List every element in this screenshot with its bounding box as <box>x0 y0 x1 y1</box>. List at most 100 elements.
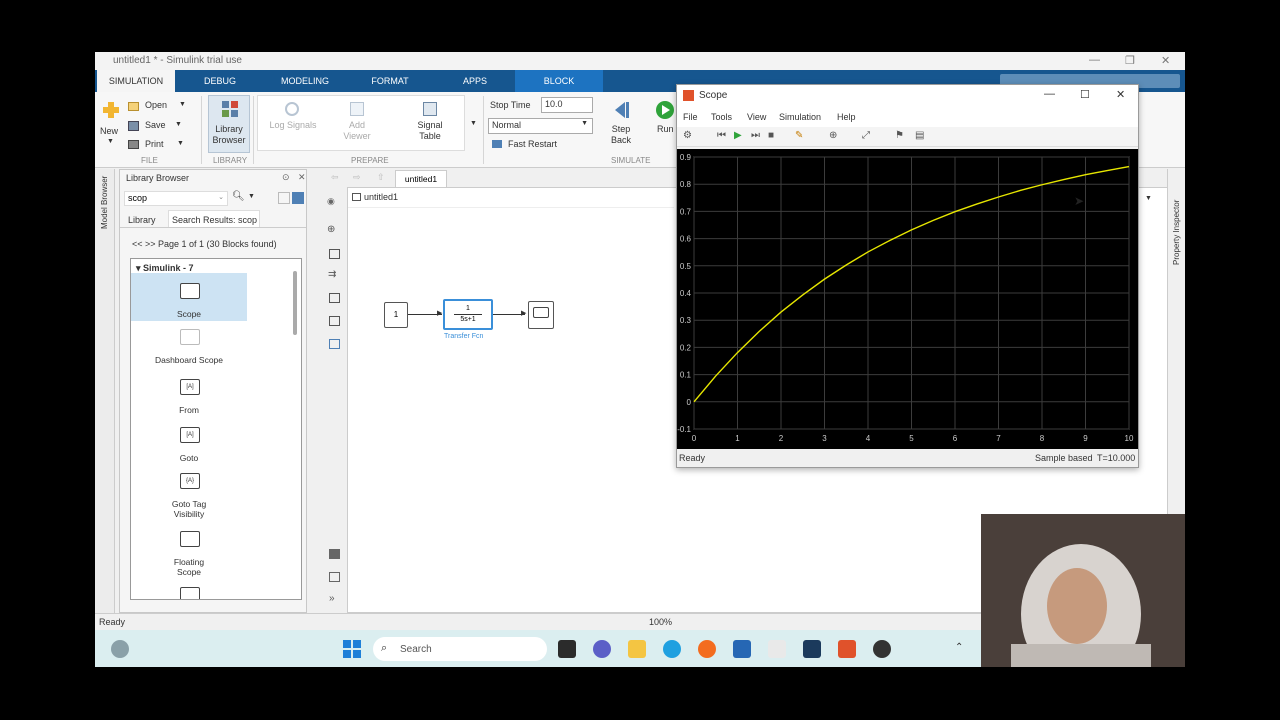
run-icon[interactable]: ▶ <box>734 130 742 141</box>
search-results-tab[interactable]: Search Results: scop <box>168 210 260 227</box>
property-inspector-tab[interactable]: Property Inspector <box>1172 200 1181 265</box>
scrollbar[interactable] <box>293 271 297 335</box>
task-view-icon[interactable] <box>558 640 576 658</box>
highlight-icon[interactable]: ✎ <box>795 130 803 141</box>
weather-icon[interactable] <box>111 640 129 658</box>
grid-view-icon[interactable] <box>292 192 304 204</box>
tab-format[interactable]: FORMAT <box>355 70 425 92</box>
triggers-icon[interactable]: ⚑ <box>895 130 904 141</box>
tab-debug[interactable]: DEBUG <box>185 70 255 92</box>
step-back-icon[interactable]: ⏮ <box>717 130 726 141</box>
add-viewer-button[interactable]: Add Viewer <box>336 120 378 142</box>
minimize-icon[interactable]: — <box>1044 88 1055 100</box>
file-explorer-icon[interactable] <box>628 640 646 658</box>
library-item-from[interactable]: [A] From <box>131 375 247 415</box>
scope-block[interactable] <box>528 301 554 329</box>
library-item-scope[interactable]: Scope <box>131 273 247 321</box>
open-button[interactable]: Open <box>145 100 167 110</box>
settings-icon[interactable]: ⚙ <box>683 130 692 141</box>
maximize-icon[interactable]: ☐ <box>1080 88 1090 101</box>
new-button[interactable]: New <box>100 126 118 136</box>
close-icon[interactable]: ✕ <box>1116 88 1125 101</box>
arrow-icon: ▶ <box>437 310 443 317</box>
x-tick-label: 10 <box>1125 434 1134 443</box>
back-arrow-icon[interactable]: ⇦ <box>331 172 339 183</box>
simulation-mode-select[interactable]: Normal ▼ <box>488 118 593 134</box>
close-icon[interactable]: ✕ <box>1161 54 1170 67</box>
close-panel-icon[interactable]: ✕ <box>298 172 306 183</box>
search-icon[interactable]: 🔍︎ <box>232 191 245 202</box>
expand-icon[interactable]: » <box>329 593 335 604</box>
step-back-button[interactable]: Step Back <box>607 124 635 146</box>
forward-arrow-icon[interactable]: ⇨ <box>353 172 361 183</box>
fast-restart-button[interactable]: Fast Restart <box>508 139 557 149</box>
menu-view[interactable]: View <box>747 112 766 122</box>
scope-plot[interactable]: 0 1 2 3 4 5 6 7 8 9 10 -0.1 0 0.1 0.2 0.3 0.4 0.5 0.6 0.7 0.… <box>677 149 1138 449</box>
pin-icon[interactable]: ⊙ <box>282 172 290 183</box>
chevron-up-icon[interactable]: ⌃ <box>955 642 963 653</box>
run-button[interactable]: Run <box>657 124 674 134</box>
dropbox-icon[interactable] <box>803 640 821 658</box>
library-browser-button[interactable]: Library Browser <box>208 95 250 153</box>
stop-time-input[interactable]: 10.0 <box>541 97 593 113</box>
windows-start-icon[interactable] <box>343 640 361 658</box>
signal-table-button[interactable]: Signal Table <box>406 120 454 142</box>
amazon-icon[interactable] <box>768 640 786 658</box>
chat-icon[interactable] <box>593 640 611 658</box>
log-signals-button[interactable]: Log Signals <box>268 120 318 131</box>
tab-apps[interactable]: APPS <box>440 70 510 92</box>
search-options-dropdown-icon[interactable]: ▼ <box>248 193 255 200</box>
area-icon[interactable] <box>329 339 340 349</box>
menu-tools[interactable]: Tools <box>711 112 732 122</box>
library-search-input[interactable]: scop ⌄ <box>124 191 228 206</box>
save-button[interactable]: Save <box>145 120 166 130</box>
measurements-icon[interactable]: ▤ <box>915 130 924 141</box>
step-forward-icon[interactable]: ⏭ <box>751 130 760 141</box>
image-icon[interactable] <box>329 316 340 326</box>
menu-simulation[interactable]: Simulation <box>779 112 821 122</box>
arrows-icon[interactable]: ⇉ <box>328 269 336 280</box>
tab-simulation[interactable]: SIMULATION <box>97 70 175 92</box>
up-arrow-icon[interactable]: ⇧ <box>377 172 385 183</box>
maximize-icon[interactable]: ❐ <box>1125 54 1135 67</box>
list-view-icon[interactable] <box>278 192 290 204</box>
save-dropdown-icon[interactable]: ▼ <box>175 121 182 128</box>
hide-browser-icon[interactable]: ◉ <box>327 196 335 207</box>
stop-icon[interactable]: ■ <box>768 130 774 141</box>
transfer-fcn-block[interactable]: 1 5s+1 <box>443 299 493 330</box>
library-item-goto[interactable]: [A] Goto <box>131 423 247 463</box>
fit-view-icon[interactable] <box>329 249 340 259</box>
library-tab[interactable]: Library <box>128 215 156 225</box>
zoom-icon[interactable]: ⊕ <box>327 224 335 235</box>
store-icon[interactable] <box>733 640 751 658</box>
fit-axes-icon[interactable]: ⤢ <box>862 130 870 141</box>
tab-block[interactable]: BLOCK <box>515 70 603 92</box>
model-explorer-icon[interactable] <box>329 572 340 582</box>
tab-modeling[interactable]: MODELING <box>265 70 345 92</box>
app-icon[interactable] <box>873 640 891 658</box>
print-dropdown-icon[interactable]: ▼ <box>177 140 184 147</box>
minimize-icon[interactable]: — <box>1089 54 1100 66</box>
library-item-dashboard-scope[interactable]: Dashboard Scope <box>131 325 247 369</box>
edge-icon[interactable] <box>663 640 681 658</box>
library-item-goto-tag-visibility[interactable]: {A} Goto Tag Visibility <box>131 471 247 523</box>
library-item-floating-scope[interactable]: Floating Scope <box>131 529 247 581</box>
chevron-down-icon[interactable]: ▼ <box>1145 195 1152 202</box>
matlab-icon[interactable] <box>838 640 856 658</box>
gallery-expand-icon[interactable]: ▼ <box>470 120 477 127</box>
model-browser-tab[interactable]: Model Browser <box>100 176 109 229</box>
y-tick-label: 0.5 <box>680 262 692 271</box>
annotation-icon[interactable] <box>329 293 340 303</box>
menu-help[interactable]: Help <box>837 112 856 122</box>
new-dropdown-icon[interactable]: ▼ <box>107 138 114 145</box>
firefox-icon[interactable] <box>698 640 716 658</box>
print-button[interactable]: Print <box>145 139 164 149</box>
model-tab[interactable]: untitled1 <box>395 170 447 187</box>
zoom-icon[interactable]: ⊕ <box>829 130 837 141</box>
open-dropdown-icon[interactable]: ▼ <box>179 101 186 108</box>
constant-block[interactable]: 1 <box>384 302 408 328</box>
taskbar-search-box[interactable]: ⌕ Search <box>373 637 547 661</box>
goto-block-icon: [A] <box>180 427 200 443</box>
menu-file[interactable]: File <box>683 112 698 122</box>
camera-icon[interactable] <box>329 549 340 559</box>
